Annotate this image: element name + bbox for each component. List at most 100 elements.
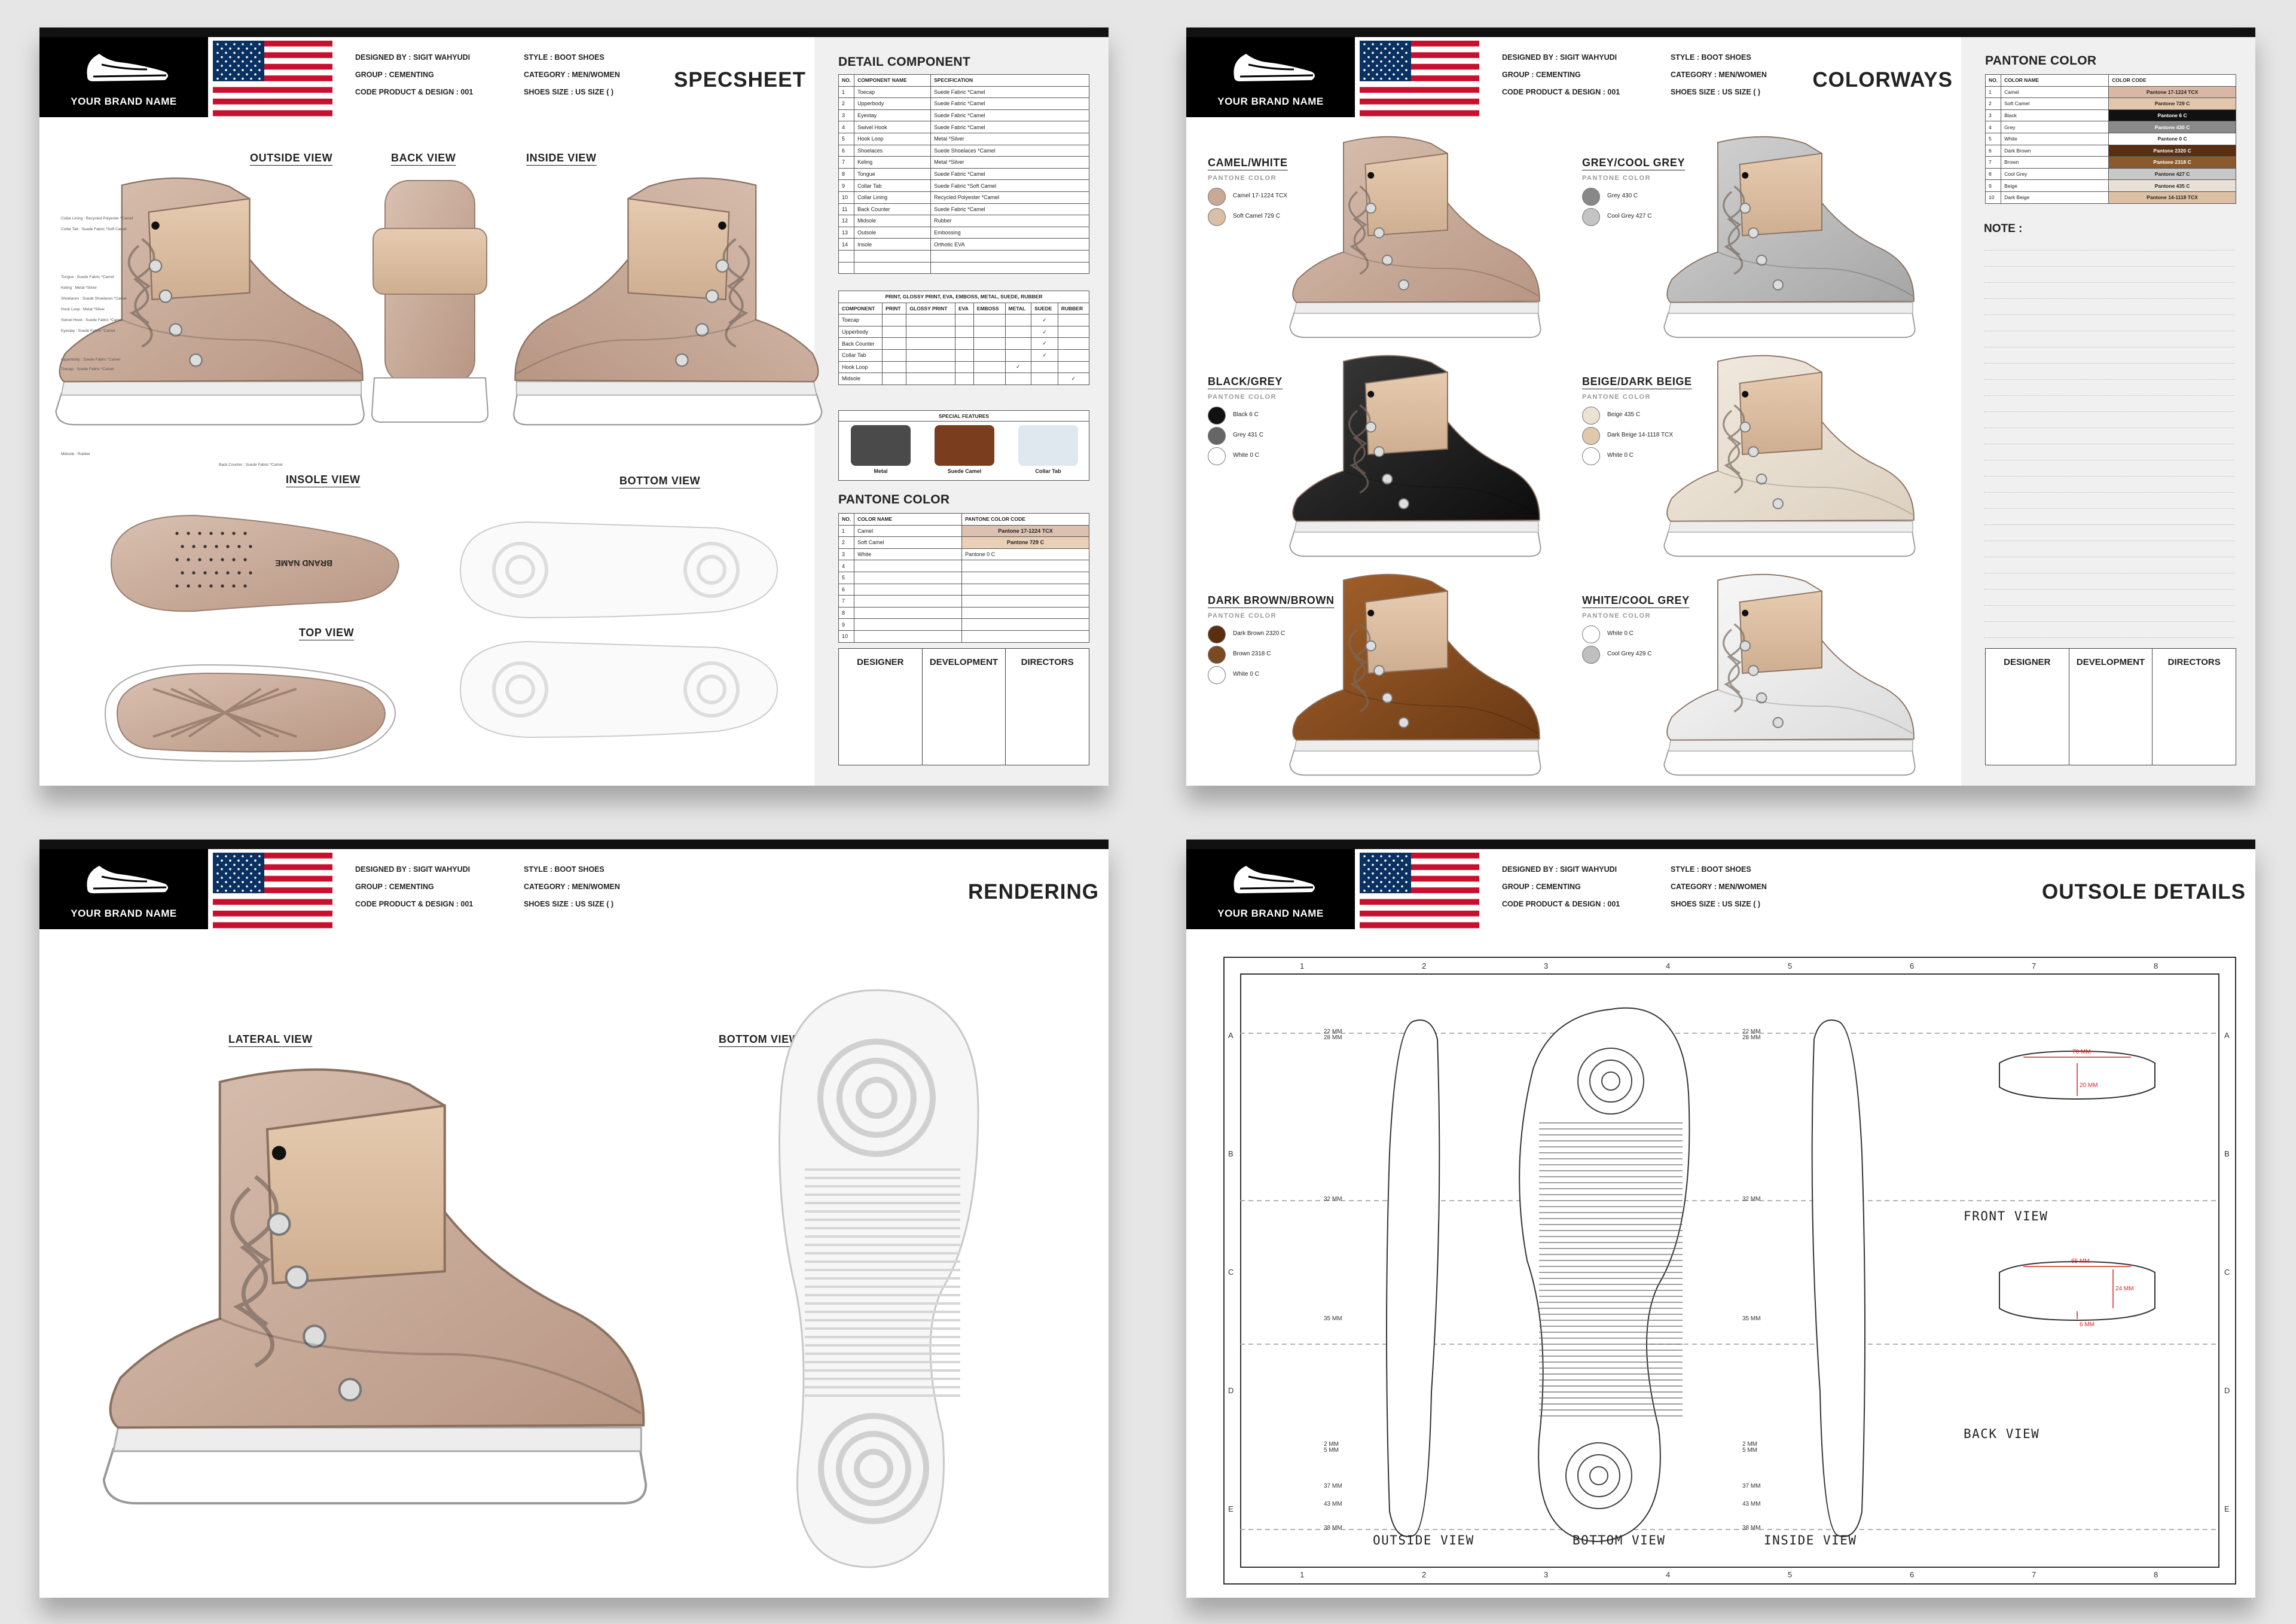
table-cell <box>961 595 1089 608</box>
table-cell <box>973 337 1006 350</box>
note-line[interactable] <box>1984 379 2235 380</box>
note-line[interactable] <box>1984 250 2235 251</box>
table-cell: Suede Fabric *Camel <box>930 109 1089 122</box>
flag-star <box>216 43 219 45</box>
table-cell: Rubber <box>930 215 1089 227</box>
directors-sign[interactable]: DIRECTORS <box>2152 649 2236 765</box>
table-row: 2 Soft Camel Pantone 729 C <box>838 536 1089 549</box>
note-line[interactable] <box>1984 411 2235 412</box>
development-sign[interactable]: DEVELOPMENT <box>2069 649 2153 765</box>
flag-star <box>233 872 236 875</box>
spec-callout: Tongue : Suede Fabric *Camel <box>61 275 114 279</box>
flag-star <box>225 69 227 71</box>
material-table: PRINT, GLOSSY PRINT, EVA, EMBOSS, METAL,… <box>838 291 1090 385</box>
table-cell <box>838 249 855 262</box>
table-row: 13 Outsole Embossing <box>838 226 1089 239</box>
spec-callout: Keling : Metal *Silver <box>61 286 97 290</box>
perforation-dot <box>243 584 247 588</box>
table-row: 2 Upperbody Suede Fabric *Camel <box>838 97 1089 110</box>
flag-star <box>237 73 240 76</box>
note-line[interactable] <box>1984 266 2235 267</box>
flag-star <box>1372 863 1374 866</box>
flag-stripe <box>1360 87 1479 93</box>
height-dim-label: 43 MM <box>1742 1501 1761 1507</box>
usa-flag-icon <box>213 853 332 929</box>
flag-star <box>1380 43 1382 45</box>
note-line[interactable] <box>1984 298 2235 299</box>
table-cell: 3 <box>838 548 855 561</box>
table-cell: Embossing <box>930 226 1089 239</box>
flag-star <box>250 51 252 54</box>
note-line[interactable] <box>1984 282 2235 283</box>
header-meta-left: DESIGNED BY : SIGIT WAHYUDI GROUP : CEMEN… <box>1502 861 1620 913</box>
development-sign[interactable]: DEVELOPMENT <box>923 649 1006 765</box>
pantone-color-table: NO. COLOR NAME COLOR CODE 1 Camel Pantone 17-… <box>1984 74 2236 204</box>
boot-illustration <box>1664 137 1915 338</box>
flag-star <box>1376 868 1378 871</box>
flag-star <box>1401 56 1403 59</box>
table-cell: Outsole <box>854 226 932 239</box>
table-cell <box>973 349 1006 362</box>
flag-star <box>1372 51 1374 54</box>
note-line[interactable] <box>1984 363 2235 364</box>
flag-star <box>1363 889 1366 892</box>
category-text: CATEGORY : MEN/WOMEN <box>1671 883 1767 891</box>
flag-star <box>225 863 227 866</box>
brand-name: YOUR BRAND NAME <box>71 908 177 919</box>
spec-callout: Midsole : Rubber <box>61 452 91 456</box>
note-line[interactable] <box>1984 621 2235 622</box>
note-line[interactable] <box>1984 589 2235 590</box>
table-row: 11 Back Counter Suede Fabric *Camel <box>838 203 1089 216</box>
table-cell: White <box>2001 132 2109 145</box>
flag-star <box>250 863 252 866</box>
special-feature-label: Metal <box>874 468 888 474</box>
flag-star <box>1384 877 1387 879</box>
table-cell: ✓ <box>1031 337 1058 350</box>
grid-row-label: A <box>1228 1031 1234 1040</box>
perforation-dot <box>175 584 179 588</box>
directors-sign[interactable]: DIRECTORS <box>1006 649 1089 765</box>
designer-sign[interactable]: DESIGNER <box>839 649 923 765</box>
back-width-dim: 65 MM <box>2071 1258 2090 1265</box>
colorway-boot <box>1283 569 1546 777</box>
table-row: Collar Tab ✓ <box>838 349 1090 362</box>
note-line[interactable] <box>1984 605 2235 606</box>
flag-star <box>246 877 248 879</box>
table-row: 1 Toecap Suede Fabric *Camel <box>838 86 1089 99</box>
designer-text: DESIGNED BY : SIGIT WAHYUDI <box>1502 53 1617 62</box>
table-cell: Metal *Silver <box>930 132 1089 145</box>
brand-logo-box: YOUR BRAND NAME <box>1186 37 1355 117</box>
flag-star <box>229 885 231 888</box>
style-text: STYLE : BOOT SHOES <box>524 53 604 62</box>
flag-star <box>242 77 244 80</box>
flag-star <box>1372 60 1374 63</box>
perforation-dot <box>226 545 230 548</box>
table-cell: Pantone 435 C <box>2108 179 2236 192</box>
flag-star <box>1380 881 1382 883</box>
note-line[interactable] <box>1984 476 2235 477</box>
perforation-dot <box>175 532 179 535</box>
color-swatch-label: White 0 C <box>1607 630 1634 637</box>
spec-callout: Toecap : Suede Fabric *Camel <box>61 367 114 371</box>
flag-star <box>233 77 236 80</box>
note-line[interactable] <box>1984 508 2235 509</box>
table-cell: 5 <box>1984 132 2002 145</box>
note-line[interactable] <box>1984 524 2235 525</box>
flag-stripe <box>213 899 332 905</box>
note-line[interactable] <box>1984 637 2235 638</box>
note-line[interactable] <box>1984 395 2235 396</box>
color-swatch-label: White 0 C <box>1233 671 1259 677</box>
table-row: 9 <box>838 618 1089 631</box>
flag-star <box>1388 881 1391 883</box>
flag-star <box>1384 47 1387 50</box>
flag-star <box>1367 859 1370 862</box>
front-view-caption: FRONT VIEW <box>1964 1209 2048 1223</box>
table-cell <box>1057 349 1090 362</box>
designer-sign[interactable]: DESIGNER <box>1986 649 2069 765</box>
boot-illustration <box>1290 137 1540 338</box>
note-line[interactable] <box>1984 492 2235 493</box>
special-features-box: SPECIAL FEATURES Metal Suede Camel Collar T… <box>838 410 1089 481</box>
grid-row-label: A <box>2224 1031 2230 1040</box>
flag-star <box>1397 863 1399 866</box>
designer-text: DESIGNED BY : SIGIT WAHYUDI <box>355 865 471 874</box>
